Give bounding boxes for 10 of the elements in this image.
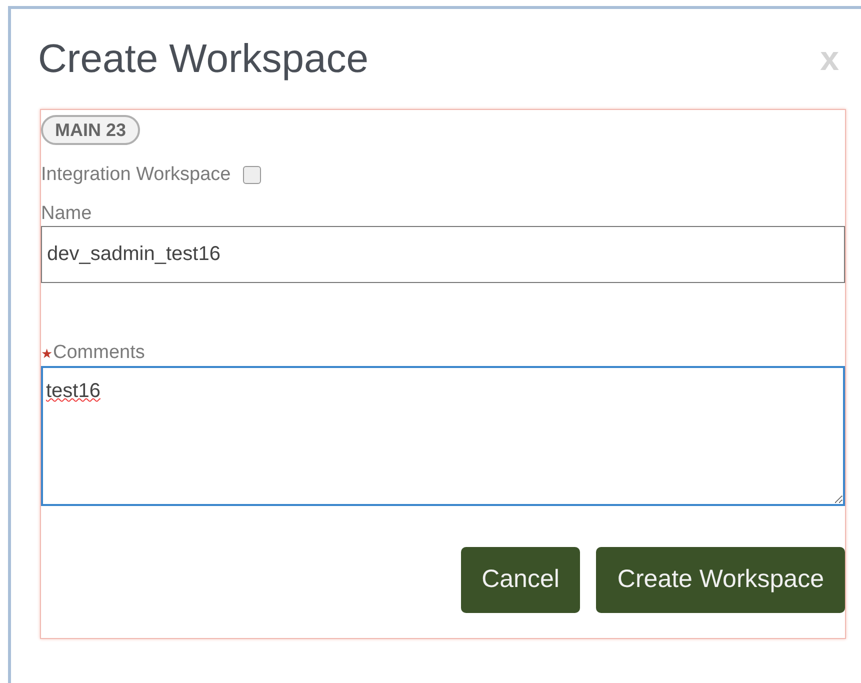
- comments-label: ★Comments: [41, 340, 145, 364]
- cancel-button[interactable]: Cancel: [460, 546, 580, 612]
- create-button[interactable]: Create Workspace: [596, 546, 845, 612]
- branch-badge: MAIN 23: [41, 115, 140, 145]
- name-label: Name: [41, 202, 93, 226]
- dialog-title: Create Workspace: [38, 36, 369, 83]
- integration-label: Integration Workspace: [41, 163, 231, 187]
- comments-field[interactable]: test16: [41, 366, 845, 506]
- integration-checkbox[interactable]: [242, 166, 261, 184]
- name-field[interactable]: dev_sadmin_test16: [41, 226, 845, 282]
